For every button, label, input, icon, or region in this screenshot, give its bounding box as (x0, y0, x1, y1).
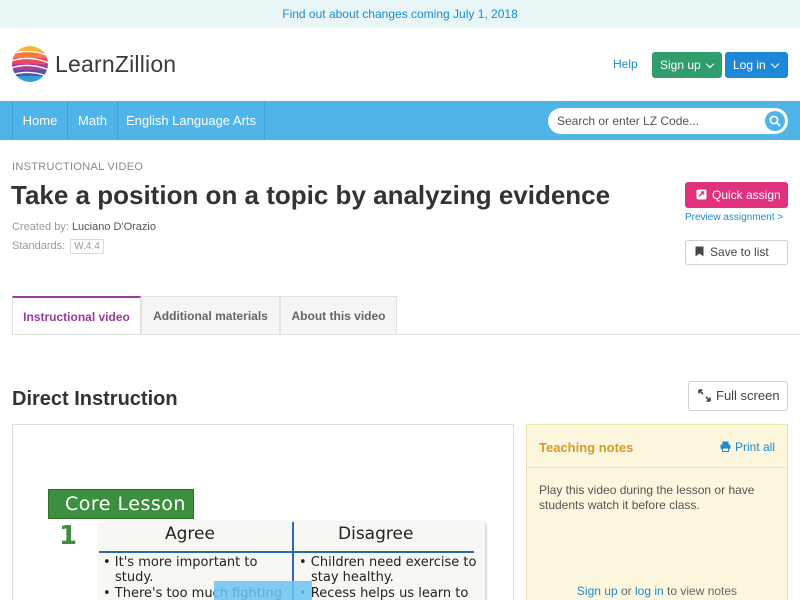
notes-login-link[interactable]: log in (635, 584, 664, 598)
nav-item-home[interactable]: Home (12, 101, 68, 140)
chevron-down-icon (770, 59, 779, 69)
print-all-label: Print all (734, 440, 775, 454)
logo[interactable]: LearnZillion (11, 45, 176, 83)
teaching-notes-header: Teaching notes Print all (527, 425, 787, 468)
standards-label: Standards: (12, 240, 66, 252)
created-by: Created by: Luciano D'Orazio (12, 221, 156, 233)
disagree-heading: Disagree (338, 524, 414, 544)
quick-assign-button[interactable]: Quick assign (685, 182, 788, 208)
lesson-number: 1 (59, 521, 78, 551)
brand-name: LearnZillion (55, 50, 177, 77)
nav-item-math[interactable]: Math (68, 101, 118, 140)
agree-heading: Agree (165, 524, 215, 544)
search-input[interactable] (557, 108, 757, 134)
tab-instructional-video[interactable]: Instructional video (12, 296, 141, 335)
chevron-down-icon (705, 59, 714, 69)
save-to-list-label: Save to list (710, 245, 769, 259)
disagree-line: • Recess helps us learn to (299, 586, 469, 600)
login-button[interactable]: Log in (725, 52, 788, 78)
agree-line: study. (115, 570, 154, 585)
signup-label: Sign up (660, 58, 701, 72)
nav-item-ela[interactable]: English Language Arts (118, 101, 265, 140)
announcement-bar[interactable]: Find out about changes coming July 1, 20… (0, 0, 800, 28)
login-label: Log in (733, 58, 766, 72)
main-nav: Home Math English Language Arts (0, 101, 800, 140)
author-name[interactable]: Luciano D'Orazio (72, 221, 156, 233)
page-title: Take a position on a topic by analyzing … (11, 180, 611, 210)
video-player[interactable]: Core Lesson 1 Agree Disagree • It's more… (12, 424, 514, 600)
notes-signup-link[interactable]: Sign up (577, 584, 618, 598)
learnzillion-logo-icon (12, 46, 48, 82)
tab-additional-materials[interactable]: Additional materials (141, 296, 280, 334)
tab-about-video[interactable]: About this video (280, 296, 397, 334)
signup-button[interactable]: Sign up (652, 52, 722, 78)
preview-assignment-link[interactable]: Preview assignment > (685, 212, 783, 223)
printer-icon (720, 441, 731, 452)
share-icon (696, 189, 707, 200)
agree-line: • It's more important to (103, 555, 258, 570)
tabs-divider (12, 334, 800, 335)
standard-badge[interactable]: W.4.4 (70, 239, 104, 254)
fullscreen-label: Full screen (716, 388, 780, 403)
content-type-label: INSTRUCTIONAL VIDEO (12, 161, 144, 173)
teaching-notes-body: Play this video during the lesson or hav… (539, 483, 755, 512)
help-link[interactable]: Help (613, 57, 638, 71)
fullscreen-button[interactable]: Full screen (688, 381, 788, 411)
core-lesson-tag: Core Lesson (48, 489, 194, 519)
save-to-list-button[interactable]: Save to list (685, 240, 788, 265)
site-header: LearnZillion Help Sign up Log in (0, 28, 800, 101)
chart-divider-horizontal (99, 551, 474, 553)
section-title: Direct Instruction (12, 388, 178, 410)
print-all-button[interactable]: Print all (720, 440, 775, 454)
teaching-notes-panel: Teaching notes Print all Play this video… (526, 424, 788, 600)
disagree-line: stay healthy. (311, 570, 394, 585)
search-icon (769, 115, 781, 127)
notes-rest-text: to view notes (667, 584, 738, 598)
standards: Standards: W.4.4 (12, 239, 104, 254)
disagree-line: • Children need exercise to (299, 555, 477, 570)
created-by-label: Created by: (12, 221, 69, 233)
search-box (548, 108, 788, 134)
teaching-notes-footer: Sign up or log in to view notes (527, 584, 787, 598)
play-button-overlay[interactable] (214, 581, 312, 600)
notes-or-text: or (620, 584, 632, 598)
bookmark-icon (695, 246, 704, 257)
teaching-notes-title: Teaching notes (539, 440, 634, 455)
quick-assign-label: Quick assign (712, 188, 781, 202)
expand-icon (698, 389, 711, 402)
search-button[interactable] (765, 111, 785, 131)
